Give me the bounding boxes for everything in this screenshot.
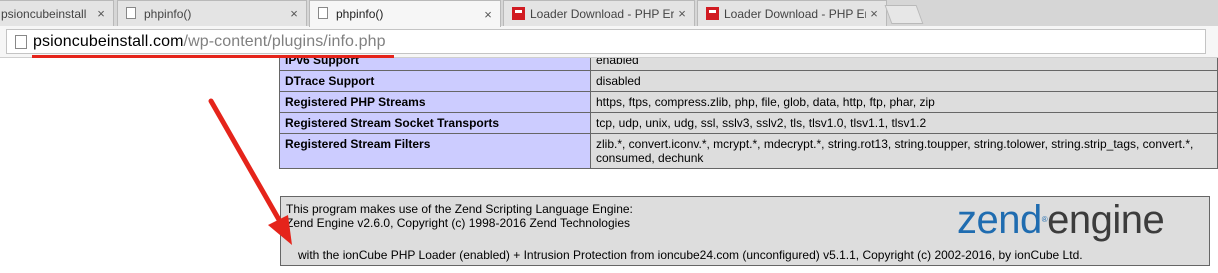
address-bar[interactable]: psioncubeinstall.com/wp-content/plugins/… <box>6 29 1206 54</box>
page-icon <box>15 34 27 49</box>
url-host: psioncubeinstall.com <box>33 32 184 50</box>
row-value: disabled <box>590 70 1218 92</box>
logo-engine: engine <box>1047 198 1165 242</box>
row-label: Registered PHP Streams <box>279 91 591 113</box>
tab-loader-download-2[interactable]: Loader Download - PHP Er × <box>697 0 887 26</box>
document-icon <box>126 6 138 21</box>
table-row: Registered Stream Socket Transports tcp, … <box>279 112 1218 134</box>
tab-label: Loader Download - PHP Er <box>530 6 674 21</box>
close-icon[interactable]: × <box>286 6 302 21</box>
table-row: IPv6 Support enabled <box>279 58 1218 71</box>
page-content: IPv6 Support enabled DTrace Support disabl… <box>0 58 1218 273</box>
row-value: https, ftps, compress.zlib, php, file, g… <box>590 91 1218 113</box>
zend-line-1: This program makes use of the Zend Scrip… <box>286 202 633 216</box>
table-row: Registered PHP Streams https, ftps, compr… <box>279 91 1218 113</box>
ioncube-icon <box>512 6 525 21</box>
tab-strip: psioncubeinstall × phpinfo() × phpinfo()… <box>0 0 1218 27</box>
close-icon[interactable]: × <box>674 6 690 21</box>
url-text: psioncubeinstall.com/wp-content/plugins/… <box>33 33 386 51</box>
tab-phpinfo-active[interactable]: phpinfo() × <box>309 0 501 27</box>
tab-label: phpinfo() <box>144 6 192 21</box>
ioncube-icon <box>706 6 719 21</box>
tab-label: Loader Download - PHP Er <box>724 6 866 21</box>
close-icon[interactable]: × <box>93 6 109 21</box>
new-tab-button[interactable] <box>884 5 924 24</box>
row-value: enabled <box>590 58 1218 71</box>
tab-label: phpinfo() <box>336 7 384 21</box>
url-annotation-underline <box>32 55 394 58</box>
url-path: /wp-content/plugins/info.php <box>183 32 386 50</box>
document-icon <box>318 7 330 21</box>
table-row: Registered Stream Filters zlib.*, convert… <box>279 133 1218 169</box>
ioncube-loader-line: with the ionCube PHP Loader (enabled) + … <box>298 248 1083 262</box>
row-label: Registered Stream Socket Transports <box>279 112 591 134</box>
logo-zend: zend <box>957 198 1042 242</box>
toolbar: psioncubeinstall.com/wp-content/plugins/… <box>0 26 1218 58</box>
tab-psioncubeinstall[interactable]: psioncubeinstall × <box>0 0 114 26</box>
tab-label: psioncubeinstall <box>1 6 87 21</box>
close-icon[interactable]: × <box>866 6 882 21</box>
close-icon[interactable]: × <box>480 7 496 22</box>
table-row: DTrace Support disabled <box>279 70 1218 92</box>
tab-loader-download-1[interactable]: Loader Download - PHP Er × <box>503 0 695 26</box>
zend-line-2: Zend Engine v2.6.0, Copyright (c) 1998-2… <box>286 216 630 230</box>
row-label: Registered Stream Filters <box>279 133 591 169</box>
zend-engine-logo: zend®engine <box>957 198 1165 242</box>
zend-engine-box: This program makes use of the Zend Scrip… <box>280 196 1210 266</box>
row-value: tcp, udp, unix, udg, ssl, sslv3, sslv2, … <box>590 112 1218 134</box>
tab-phpinfo-1[interactable]: phpinfo() × <box>117 0 307 26</box>
phpinfo-table: IPv6 Support enabled DTrace Support disabl… <box>279 58 1218 169</box>
row-label: DTrace Support <box>279 70 591 92</box>
row-label: IPv6 Support <box>279 58 591 71</box>
row-value: zlib.*, convert.iconv.*, mcrypt.*, mdecr… <box>590 133 1218 169</box>
